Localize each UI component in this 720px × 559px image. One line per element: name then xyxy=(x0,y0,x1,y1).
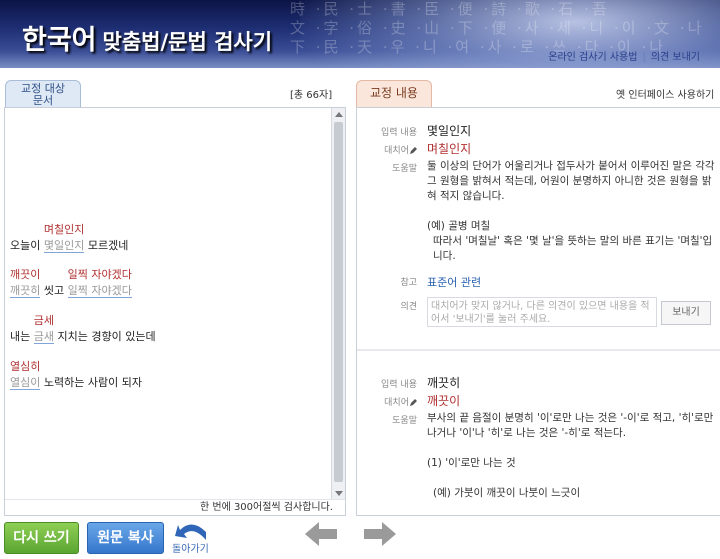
check-limit-note: 한 번에 300어절씩 검사합니다. xyxy=(5,499,345,515)
plain-text: 모르겠네 xyxy=(84,239,129,252)
bg-text-line: 文 ·字 ·俗 ·史 ·山 ·下 ·便 ·사 ·세 ·니 ·이 ·文 ·나 xyxy=(290,19,705,37)
bg-text-line: 時 ·民 ·士 ·書 ·臣 ·便 ·詩 ·歌 ·石 ·吾 xyxy=(290,0,610,18)
document-line: 오늘이 며칠인지몇일인지 모르겠네 xyxy=(10,223,129,253)
next-arrow-icon[interactable] xyxy=(362,519,398,549)
suggestion-text: 열심히 xyxy=(10,360,41,373)
top-links: 온라인 검사기 사용법 | 의견 보내기 xyxy=(548,48,700,63)
input-label: 입력 내용 xyxy=(381,380,417,390)
page-title: 한국어 맞춤법/문법 검사기 xyxy=(22,18,272,57)
replace-label: 대치어 xyxy=(357,395,417,408)
suggestion-text: 금세 xyxy=(33,314,54,327)
pencil-icon xyxy=(410,398,417,406)
error-mark[interactable]: 금세금새 xyxy=(33,314,54,344)
replace-word[interactable]: 며칠인지 xyxy=(427,140,471,157)
error-word[interactable]: 금새 xyxy=(33,330,54,344)
replace-word[interactable]: 깨끗이 xyxy=(427,392,460,409)
suggestion-text: 일찍 자야겠다 xyxy=(67,268,132,281)
help-label: 도움말 xyxy=(392,416,417,426)
plain-text: 노력하는 사람이 되자 xyxy=(40,376,142,389)
header-banner: 時 ·民 ·士 ·書 ·臣 ·便 ·詩 ·歌 ·石 ·吾 文 ·字 ·俗 ·史 … xyxy=(0,0,720,68)
tab-target-document[interactable]: 교정 대상 문서 xyxy=(5,80,81,107)
plain-text: 내는 xyxy=(10,330,34,343)
input-label: 입력 내용 xyxy=(381,128,417,138)
tab-label-line: 문서 xyxy=(32,94,54,107)
help-main: 둘 이상의 단어가 어울리거나 접두사가 붙어서 이루어진 말은 각각 그 원형… xyxy=(427,160,715,202)
opinion-label: 의견 xyxy=(400,302,417,312)
plain-text: 오늘이 xyxy=(10,239,44,252)
suggestion-text: 깨끗이 xyxy=(10,268,41,281)
error-mark[interactable]: 일찍 자야겠다 일찍 자야겠다 xyxy=(67,268,132,298)
suggestion-text: 며칠인지 xyxy=(43,223,85,236)
error-mark[interactable]: 깨끗이깨끗히 xyxy=(10,268,41,298)
document-line: 내는 금세금새 지치는 경향이 있는데 xyxy=(10,314,156,344)
help-example: (예) 골병 며칠 xyxy=(427,220,491,232)
help-example: (예) 가붓이 깨끗이 나붓이 느긋이 xyxy=(433,487,581,499)
copy-original-button[interactable]: 원문 복사 xyxy=(87,522,164,554)
plain-text: 씻고 xyxy=(40,284,68,297)
replace-label-text: 대치어 xyxy=(384,398,409,408)
opinion-input[interactable]: 대치어가 맞지 않거나, 다른 의견이 있으면 내용을 적어서 '보내기'를 눌… xyxy=(427,297,657,327)
scroll-down-icon[interactable] xyxy=(335,491,343,496)
help-main: 부사의 끝 음절이 분명히 '이'로만 나는 것은 '-이'로 적고, '히'로… xyxy=(427,412,714,439)
replace-label: 대치어 xyxy=(357,143,417,156)
error-mark[interactable]: 며칠인지몇일인지 xyxy=(43,223,85,253)
old-interface-link[interactable]: 옛 인터페이스 사용하기 xyxy=(616,86,714,101)
reference-link[interactable]: 표준어 관련 xyxy=(427,274,481,290)
document-text[interactable]: 오늘이 며칠인지 몇일인지 모르겠네 깨끗이 깨끗히 씻고 일찍 자야겠다 일찍 자야… xyxy=(10,111,332,499)
prev-arrow-icon[interactable] xyxy=(303,519,339,549)
replace-label-text: 대치어 xyxy=(384,146,409,156)
link-separator: | xyxy=(642,52,646,63)
document-line: 열심히열심이 노력하는 사람이 되자 xyxy=(10,360,142,390)
error-word[interactable]: 일찍 자야겠다 xyxy=(67,284,132,298)
tab-correction-content[interactable]: 교정 내용 xyxy=(356,80,432,107)
error-mark[interactable]: 열심히열심이 xyxy=(10,360,41,390)
title-sub: 맞춤법/문법 검사기 xyxy=(102,30,273,54)
help-text: 부사의 끝 음절이 분명히 '이'로만 나는 것은 '-이'로 적고, '히'로… xyxy=(427,411,717,501)
input-word: 몇일인지 xyxy=(427,124,472,138)
error-word[interactable]: 열심이 xyxy=(10,376,41,390)
back-arrow-icon xyxy=(175,524,206,540)
scroll-thumb[interactable] xyxy=(334,122,343,482)
back-label: 돌아가기 xyxy=(172,544,209,555)
document-line: 깨끗이 깨끗히 씻고 일찍 자야겠다 일찍 자야겠다 xyxy=(10,268,132,298)
entry-divider xyxy=(357,349,720,351)
document-panel[interactable]: 오늘이 며칠인지 몇일인지 모르겠네 깨끗이 깨끗히 씻고 일찍 자야겠다 일찍 자야… xyxy=(4,107,346,516)
char-count: [총 66자] xyxy=(290,90,333,101)
correction-panel[interactable]: 입력 내용 몇일인지 대치어 며칠인지 도움말 둘 이상의 단어가 어울리거나 … xyxy=(356,107,720,516)
usage-link[interactable]: 온라인 검사기 사용법 xyxy=(548,52,637,63)
help-text: 둘 이상의 단어가 어울리거나 접두사가 붙어서 이루어진 말은 각각 그 원형… xyxy=(427,159,717,264)
document-scrollbar[interactable] xyxy=(331,108,345,500)
input-word: 깨끗히 xyxy=(427,376,461,390)
title-main: 한국어 xyxy=(22,25,97,56)
back-button[interactable]: 돌아가기 xyxy=(172,520,228,556)
pencil-icon xyxy=(410,146,417,154)
feedback-link[interactable]: 의견 보내기 xyxy=(651,52,700,63)
help-item: (1) '이'로만 나는 것 xyxy=(427,457,516,469)
rewrite-button[interactable]: 다시 쓰기 xyxy=(4,522,79,554)
error-word[interactable]: 몇일인지 xyxy=(43,239,85,253)
scroll-up-icon[interactable] xyxy=(335,112,343,117)
help-label: 도움말 xyxy=(392,164,417,174)
error-word[interactable]: 깨끗히 xyxy=(10,284,41,298)
help-explain: 따라서 '며칠날' 혹은 '몇 날'을 뜻하는 말의 바른 표기는 '며칠'입니… xyxy=(433,235,713,262)
plain-text: 지치는 경향이 있는데 xyxy=(54,330,156,343)
ref-label: 참고 xyxy=(400,278,417,288)
send-button[interactable]: 보내기 xyxy=(661,301,711,325)
